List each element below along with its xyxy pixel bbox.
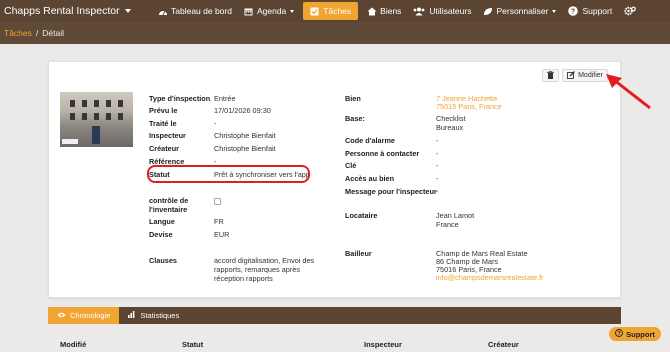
- inspection-type-value: Entrée: [214, 94, 236, 103]
- inventory-control-label: contrôle de l'inventaire: [149, 196, 189, 214]
- main-nav: Tableau de bord Agenda Tâches Biens Util…: [150, 0, 642, 22]
- chevron-down-icon: [124, 9, 131, 13]
- tenant-name: Jean Lamot: [436, 211, 475, 220]
- dashboard-icon: [158, 7, 167, 16]
- clauses-line-1: accord digitalisation, Envoi des: [214, 256, 315, 265]
- brand-name: Chapps Rental Inspector: [4, 5, 120, 17]
- nav-label: Support: [582, 6, 613, 16]
- tenant-label: Locataire: [345, 211, 378, 220]
- tasks-icon: [310, 7, 319, 16]
- contact-person-label: Personne à contacter: [345, 149, 420, 158]
- col-header-modifie[interactable]: Modifié: [60, 340, 86, 349]
- nav-label: Personnaliser: [496, 6, 549, 16]
- breadcrumb: Tâches / Détail: [0, 22, 670, 44]
- processed-label: Traité le: [149, 119, 177, 128]
- alarm-code-value: -: [436, 136, 439, 145]
- nav-label: Tableau de bord: [171, 6, 232, 16]
- brand-menu[interactable]: Chapps Rental Inspector: [0, 5, 150, 17]
- eye-icon: [57, 311, 66, 320]
- landlord-label: Bailleur: [345, 249, 372, 258]
- base-line-1: Checklist: [436, 114, 466, 123]
- creator-value: Christophe Bienfait: [214, 144, 276, 153]
- trash-icon: [547, 70, 555, 81]
- planned-label: Prévu le: [149, 106, 178, 115]
- task-detail-card: Modifier Type d'inspection Entrée Prévu …: [48, 61, 621, 298]
- edit-icon: [567, 70, 576, 81]
- property-label: Bien: [345, 94, 361, 103]
- support-label: Support: [626, 329, 655, 339]
- nav-label: Utilisateurs: [429, 6, 472, 16]
- clauses-line-3: réception rapports: [214, 274, 273, 283]
- tenant-country: France: [436, 220, 459, 229]
- nav-taches[interactable]: Tâches: [303, 2, 359, 20]
- planned-value: 17/01/2026 09:30: [214, 106, 271, 115]
- property-photo: [60, 92, 133, 147]
- calendar-icon: [244, 7, 253, 16]
- inspector-label: Inspecteur: [149, 131, 186, 140]
- property-address-line-2[interactable]: 75015 Paris, France: [436, 102, 502, 111]
- annotation-arrow-icon: [606, 74, 651, 110]
- processed-value: -: [214, 119, 217, 128]
- chevron-down-icon: [552, 9, 557, 13]
- nav-utilisateurs[interactable]: Utilisateurs: [407, 0, 477, 22]
- landlord-email-link[interactable]: info@champsdemarsrealestate.fr: [436, 273, 544, 282]
- breadcrumb-taches-link[interactable]: Tâches: [4, 28, 32, 38]
- settings-button[interactable]: [618, 0, 642, 22]
- svg-text:?: ?: [571, 9, 575, 16]
- nav-agenda[interactable]: Agenda: [238, 0, 300, 22]
- nav-label: Biens: [380, 6, 402, 16]
- detail-tabs: Chronologie Statistiques: [48, 307, 621, 324]
- language-value: FR: [214, 217, 224, 226]
- home-icon: [367, 7, 377, 16]
- inspector-message-value: -: [436, 187, 439, 196]
- inspector-message-label: Message pour l'inspecteur: [345, 187, 437, 196]
- key-label: Clé: [345, 161, 357, 170]
- delete-button[interactable]: [542, 69, 560, 82]
- key-value: -: [436, 161, 439, 170]
- contact-person-value: -: [436, 149, 439, 158]
- breadcrumb-current: Détail: [42, 28, 64, 38]
- language-label: Langue: [149, 217, 175, 226]
- tab-chronologie[interactable]: Chronologie: [48, 307, 120, 324]
- currency-label: Devise: [149, 230, 173, 239]
- nav-personnaliser[interactable]: Personnaliser: [477, 0, 562, 22]
- base-label: Base:: [345, 114, 365, 123]
- col-header-statut[interactable]: Statut: [182, 340, 203, 349]
- nav-biens[interactable]: Biens: [361, 0, 407, 22]
- chevron-down-icon: [290, 9, 295, 13]
- clauses-label: Clauses: [149, 256, 177, 265]
- inspector-value: Christophe Bienfait: [214, 131, 276, 140]
- creator-label: Créateur: [149, 144, 180, 153]
- support-floating-button[interactable]: ? Support: [609, 327, 661, 341]
- nav-tableau-de-bord[interactable]: Tableau de bord: [152, 0, 238, 22]
- question-icon: ?: [615, 329, 624, 339]
- tab-label: Chronologie: [70, 311, 111, 320]
- col-header-inspecteur[interactable]: Inspecteur: [364, 340, 402, 349]
- clauses-line-2: rapports, remarques après: [214, 265, 300, 274]
- card-actions: Modifier: [542, 69, 608, 82]
- col-header-createur[interactable]: Créateur: [488, 340, 519, 349]
- tab-statistiques[interactable]: Statistiques: [119, 307, 188, 324]
- nav-label: Tâches: [323, 6, 352, 16]
- top-navbar: Chapps Rental Inspector Tableau de bord …: [0, 0, 670, 22]
- currency-value: EUR: [214, 230, 230, 239]
- inspection-type-label: Type d'inspection: [149, 94, 211, 103]
- alarm-code-label: Code d'alarme: [345, 136, 395, 145]
- leaf-icon: [483, 7, 493, 16]
- bar-chart-icon: [128, 311, 136, 320]
- status-highlight-outline: [147, 165, 310, 183]
- gears-icon: [624, 6, 637, 16]
- nav-label: Agenda: [256, 6, 287, 16]
- tab-label: Statistiques: [140, 311, 180, 320]
- inventory-control-checkbox[interactable]: [214, 198, 221, 205]
- nav-support[interactable]: ? Support: [562, 0, 618, 22]
- access-value: -: [436, 174, 439, 183]
- base-line-2: Bureaux: [436, 123, 464, 132]
- access-label: Accès au bien: [345, 174, 395, 183]
- users-icon: [413, 7, 425, 16]
- breadcrumb-separator: /: [35, 28, 39, 38]
- question-icon: ?: [568, 6, 579, 16]
